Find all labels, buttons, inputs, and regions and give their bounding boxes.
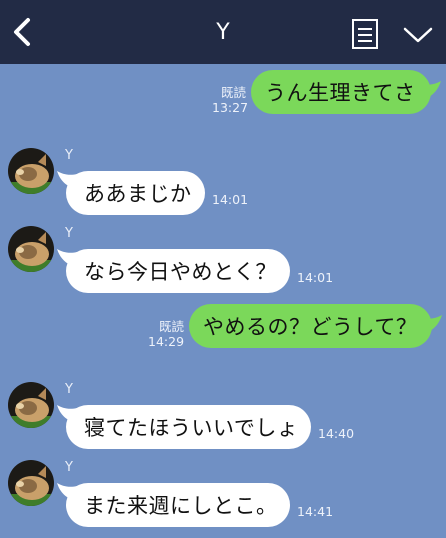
dog-avatar-image <box>8 226 54 272</box>
message-bubble-sent[interactable]: うん生理きてさ <box>251 70 431 114</box>
notes-icon <box>352 19 378 49</box>
sender-name: Y <box>65 226 73 241</box>
message-time: 14:01 <box>212 192 249 207</box>
message-time: 14:01 <box>297 270 334 285</box>
avatar[interactable] <box>8 460 54 506</box>
sender-name: Y <box>65 460 73 475</box>
message-time: 13:27 <box>212 100 249 115</box>
message-bubble-received[interactable]: 寝てたほういいでしょ <box>66 405 311 449</box>
message-time: 14:29 <box>148 334 185 349</box>
sender-name: Y <box>65 148 73 163</box>
message-bubble-received[interactable]: なら今日やめとく？ <box>66 249 290 293</box>
menu-button[interactable] <box>402 22 434 48</box>
dog-avatar-image <box>8 148 54 194</box>
read-status: 既読 14:29 <box>148 319 184 349</box>
dog-avatar-image <box>8 382 54 428</box>
chat-header: Y <box>0 0 446 64</box>
notes-button[interactable] <box>350 18 380 50</box>
message-text: ああまじか <box>84 182 192 206</box>
message-text: うん生理きてさ <box>265 81 416 105</box>
message-text: 寝てたほういいでしょ <box>84 416 299 440</box>
message-time: 14:40 <box>318 426 355 441</box>
chevron-down-icon <box>403 27 433 43</box>
avatar[interactable] <box>8 226 54 272</box>
read-label: 既読 <box>158 319 184 334</box>
message-bubble-sent[interactable]: やめるの？どうして？ <box>189 304 432 348</box>
avatar[interactable] <box>8 148 54 194</box>
sender-name: Y <box>65 382 73 397</box>
read-label: 既読 <box>220 85 246 100</box>
message-text: やめるの？どうして？ <box>203 315 418 339</box>
message-text: また来週にしとこ。 <box>84 494 278 518</box>
message-bubble-received[interactable]: ああまじか <box>66 171 205 215</box>
message-time: 14:41 <box>297 504 334 519</box>
read-status: 既読 13:27 <box>212 85 249 115</box>
back-button[interactable] <box>6 14 38 50</box>
dog-avatar-image <box>8 460 54 506</box>
message-bubble-received[interactable]: また来週にしとこ。 <box>66 483 290 527</box>
message-text: なら今日やめとく？ <box>84 260 277 284</box>
chevron-left-icon <box>14 18 30 46</box>
avatar[interactable] <box>8 382 54 428</box>
